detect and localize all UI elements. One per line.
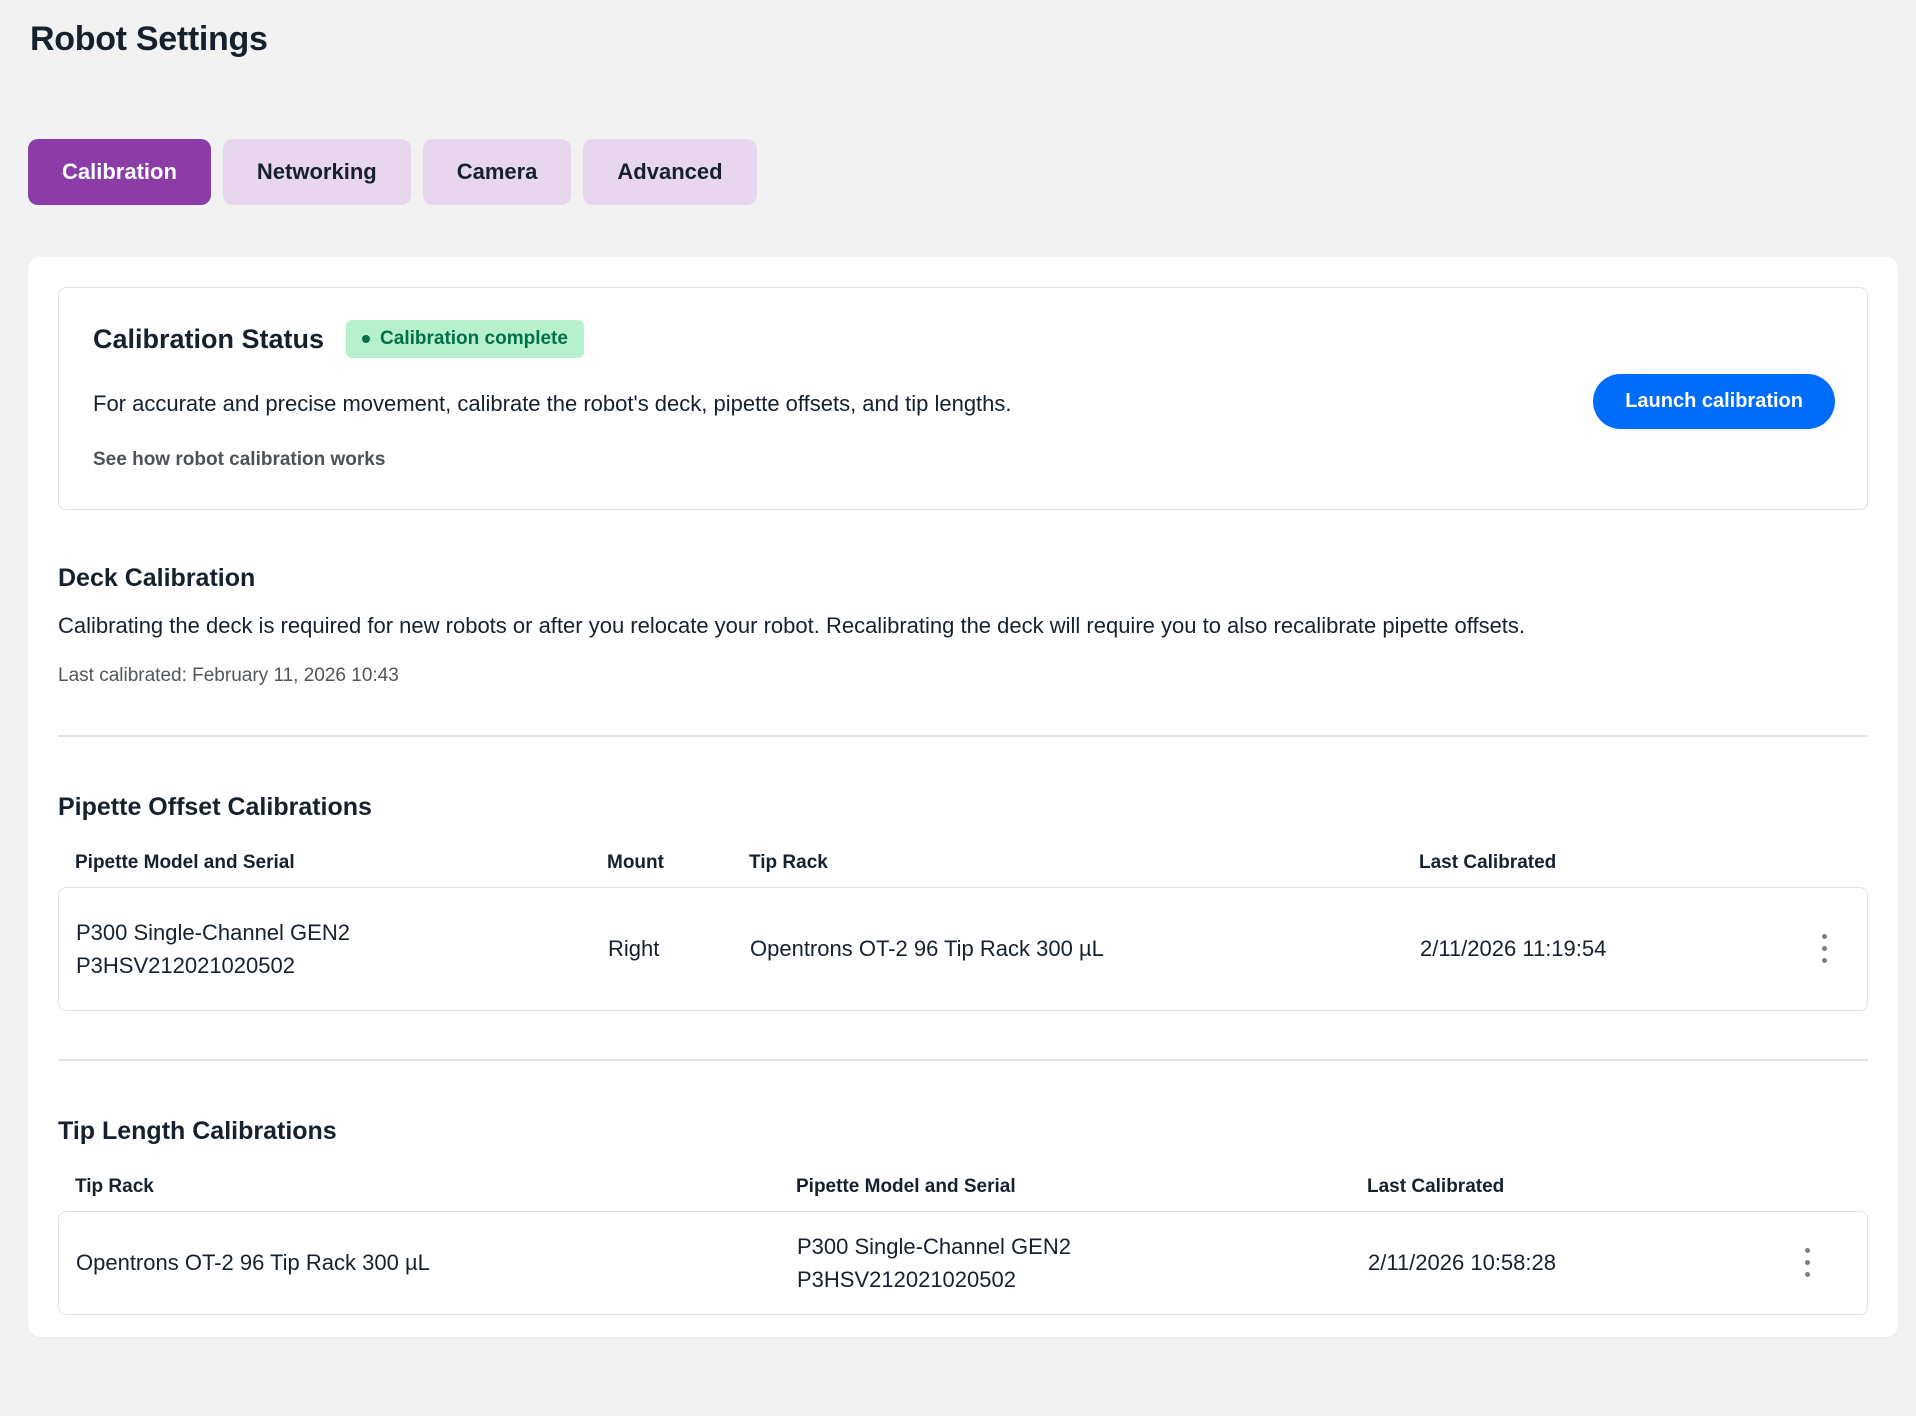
robot-settings-page: Robot Settings Calibration Networking Ca… xyxy=(0,0,1916,1337)
deck-calibration-section: Deck Calibration Calibrating the deck is… xyxy=(58,564,1868,687)
see-how-calibration-works-link[interactable]: See how robot calibration works xyxy=(93,449,385,471)
tab-calibration[interactable]: Calibration xyxy=(28,139,211,205)
status-dot-icon xyxy=(362,335,370,343)
pipette-model-serial-cell: P300 Single-Channel GEN2 P3HSV2120210205… xyxy=(797,1230,1368,1296)
pipette-model: P300 Single-Channel GEN2 xyxy=(76,916,608,949)
tip-rack-cell: Opentrons OT-2 96 Tip Rack 300 µL xyxy=(76,1250,797,1276)
badge-label: Calibration complete xyxy=(380,328,568,350)
section-divider xyxy=(58,1059,1868,1061)
deck-calibration-description: Calibrating the deck is required for new… xyxy=(58,609,1848,643)
tip-length-table-header: Tip Rack Pipette Model and Serial Last C… xyxy=(58,1176,1868,1198)
launch-calibration-button[interactable]: Launch calibration xyxy=(1593,374,1835,429)
table-row: P300 Single-Channel GEN2 P3HSV2120210205… xyxy=(58,887,1868,1011)
last-calibrated-cell: 2/11/2026 11:19:54 xyxy=(1420,936,1798,962)
calibration-status-title: Calibration Status xyxy=(93,324,324,355)
tab-networking[interactable]: Networking xyxy=(223,139,411,205)
overflow-menu-icon[interactable] xyxy=(1797,1240,1818,1285)
pipette-serial: P3HSV212021020502 xyxy=(797,1263,1368,1296)
calibration-complete-badge: Calibration complete xyxy=(346,320,584,358)
column-mount: Mount xyxy=(607,852,749,874)
column-tip-rack: Tip Rack xyxy=(75,1176,796,1198)
pipette-model-serial-cell: P300 Single-Channel GEN2 P3HSV2120210205… xyxy=(76,916,608,982)
mount-cell: Right xyxy=(608,936,750,962)
section-divider xyxy=(58,735,1868,737)
calibration-status-box: Calibration Status Calibration complete … xyxy=(58,287,1868,510)
table-row: Opentrons OT-2 96 Tip Rack 300 µL P300 S… xyxy=(58,1211,1868,1315)
calibration-status-header: Calibration Status Calibration complete xyxy=(93,320,1833,358)
pipette-offset-calibrations-title: Pipette Offset Calibrations xyxy=(58,793,1868,822)
tab-advanced[interactable]: Advanced xyxy=(583,139,756,205)
column-tip-rack: Tip Rack xyxy=(749,852,1419,874)
last-calibrated-cell: 2/11/2026 10:58:28 xyxy=(1368,1250,1764,1276)
tip-length-calibrations-section: Tip Length Calibrations Tip Rack Pipette… xyxy=(58,1117,1868,1315)
column-last-calibrated: Last Calibrated xyxy=(1419,852,1799,874)
column-pipette-model-serial: Pipette Model and Serial xyxy=(75,852,607,874)
tab-camera[interactable]: Camera xyxy=(423,139,572,205)
settings-tab-bar: Calibration Networking Camera Advanced xyxy=(28,139,1898,205)
tip-rack-cell: Opentrons OT-2 96 Tip Rack 300 µL xyxy=(750,936,1420,962)
deck-calibration-title: Deck Calibration xyxy=(58,564,1868,593)
deck-last-calibrated: Last calibrated: February 11, 2026 10:43 xyxy=(58,665,1868,687)
overflow-menu-icon[interactable] xyxy=(1814,926,1835,971)
calibration-panel: Calibration Status Calibration complete … xyxy=(28,257,1898,1337)
pipette-serial: P3HSV212021020502 xyxy=(76,949,608,982)
page-title: Robot Settings xyxy=(28,20,1898,59)
pipette-offset-table-header: Pipette Model and Serial Mount Tip Rack … xyxy=(58,852,1868,874)
tip-length-calibrations-title: Tip Length Calibrations xyxy=(58,1117,1868,1146)
pipette-offset-calibrations-section: Pipette Offset Calibrations Pipette Mode… xyxy=(58,793,1868,1011)
pipette-model: P300 Single-Channel GEN2 xyxy=(797,1230,1368,1263)
column-pipette-model-serial: Pipette Model and Serial xyxy=(796,1176,1367,1198)
column-last-calibrated: Last Calibrated xyxy=(1367,1176,1765,1198)
calibration-status-description: For accurate and precise movement, calib… xyxy=(93,390,1343,419)
